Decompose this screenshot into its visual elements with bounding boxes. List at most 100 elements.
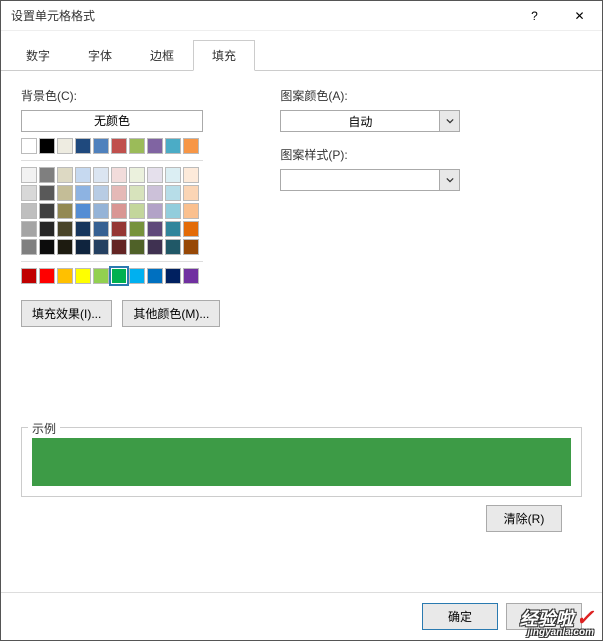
color-swatch[interactable]	[147, 138, 163, 154]
color-swatch[interactable]	[21, 167, 37, 183]
color-swatch[interactable]	[183, 221, 199, 237]
pattern-color-label: 图案颜色(A):	[280, 87, 460, 104]
color-swatch[interactable]	[183, 239, 199, 255]
color-swatch[interactable]	[75, 203, 91, 219]
color-swatch[interactable]	[57, 203, 73, 219]
color-swatch[interactable]	[93, 268, 109, 284]
color-swatch[interactable]	[165, 138, 181, 154]
sample-fieldset: 示例	[21, 427, 582, 497]
window-title: 设置单元格格式	[11, 7, 512, 24]
color-swatch[interactable]	[111, 268, 127, 284]
color-swatch[interactable]	[165, 268, 181, 284]
color-swatch[interactable]	[21, 185, 37, 201]
color-swatch[interactable]	[183, 203, 199, 219]
chevron-down-icon	[439, 170, 459, 190]
color-swatch[interactable]	[129, 138, 145, 154]
color-swatch[interactable]	[129, 268, 145, 284]
tab-fill[interactable]: 填充	[193, 40, 255, 71]
close-button[interactable]: ✕	[557, 1, 602, 31]
color-swatch[interactable]	[147, 239, 163, 255]
bgcolor-label: 背景色(C):	[21, 87, 220, 104]
color-swatch[interactable]	[21, 203, 37, 219]
sample-preview	[32, 438, 571, 486]
more-colors-button[interactable]: 其他颜色(M)...	[122, 300, 220, 327]
color-swatch[interactable]	[183, 167, 199, 183]
color-swatch[interactable]	[21, 221, 37, 237]
tab-border[interactable]: 边框	[131, 40, 193, 71]
pattern-style-dropdown[interactable]	[280, 169, 460, 191]
color-swatch[interactable]	[111, 203, 127, 219]
pattern-color-dropdown[interactable]: 自动	[280, 110, 460, 132]
color-swatch[interactable]	[93, 138, 109, 154]
color-swatch[interactable]	[39, 221, 55, 237]
color-swatch[interactable]	[111, 138, 127, 154]
color-swatch[interactable]	[39, 185, 55, 201]
content-area: 背景色(C): 无颜色 填充效果(I)... 其他颜色(M)... 图案颜色(A…	[1, 71, 602, 592]
color-swatch[interactable]	[111, 221, 127, 237]
color-swatch[interactable]	[165, 167, 181, 183]
pattern-style-label: 图案样式(P):	[280, 146, 460, 163]
ok-button[interactable]: 确定	[422, 603, 498, 630]
color-swatch[interactable]	[21, 138, 37, 154]
color-swatch[interactable]	[75, 185, 91, 201]
color-swatch[interactable]	[147, 203, 163, 219]
color-swatch[interactable]	[75, 268, 91, 284]
help-icon: ?	[531, 9, 538, 23]
color-swatch[interactable]	[57, 239, 73, 255]
pattern-color-value: 自动	[281, 113, 439, 130]
color-swatch[interactable]	[147, 185, 163, 201]
no-color-button[interactable]: 无颜色	[21, 110, 203, 132]
tab-font[interactable]: 字体	[69, 40, 131, 71]
color-swatch[interactable]	[129, 239, 145, 255]
color-swatch[interactable]	[93, 185, 109, 201]
color-swatch[interactable]	[111, 239, 127, 255]
cancel-button[interactable]: 取消	[506, 603, 582, 630]
color-swatch[interactable]	[93, 167, 109, 183]
pattern-section: 图案颜色(A): 自动 图案样式(P):	[280, 87, 460, 327]
color-swatch[interactable]	[129, 203, 145, 219]
close-icon: ✕	[574, 9, 584, 23]
color-swatch[interactable]	[147, 268, 163, 284]
color-swatch[interactable]	[39, 268, 55, 284]
titlebar: 设置单元格格式 ? ✕	[1, 1, 602, 31]
color-swatch[interactable]	[21, 239, 37, 255]
fill-effects-button[interactable]: 填充效果(I)...	[21, 300, 112, 327]
color-swatch[interactable]	[57, 221, 73, 237]
color-swatch[interactable]	[111, 167, 127, 183]
color-swatch[interactable]	[21, 268, 37, 284]
color-swatch[interactable]	[129, 167, 145, 183]
color-swatch[interactable]	[93, 221, 109, 237]
clear-button[interactable]: 清除(R)	[486, 505, 562, 532]
color-swatch[interactable]	[165, 185, 181, 201]
color-swatch[interactable]	[75, 167, 91, 183]
color-swatch[interactable]	[165, 221, 181, 237]
color-swatch[interactable]	[129, 221, 145, 237]
color-swatch[interactable]	[39, 239, 55, 255]
color-swatch[interactable]	[93, 203, 109, 219]
color-swatch[interactable]	[57, 167, 73, 183]
color-swatch[interactable]	[183, 138, 199, 154]
color-swatch[interactable]	[129, 185, 145, 201]
color-swatch[interactable]	[147, 167, 163, 183]
color-swatch[interactable]	[183, 268, 199, 284]
color-swatch[interactable]	[165, 203, 181, 219]
color-swatch[interactable]	[39, 203, 55, 219]
color-swatch[interactable]	[39, 138, 55, 154]
color-swatch[interactable]	[111, 185, 127, 201]
color-swatch[interactable]	[57, 185, 73, 201]
color-swatch[interactable]	[93, 239, 109, 255]
chevron-down-icon	[439, 111, 459, 131]
color-swatch[interactable]	[183, 185, 199, 201]
color-swatch[interactable]	[147, 221, 163, 237]
tab-number[interactable]: 数字	[7, 40, 69, 71]
color-swatch[interactable]	[57, 138, 73, 154]
color-swatch[interactable]	[39, 167, 55, 183]
dialog-window: 设置单元格格式 ? ✕ 数字 字体 边框 填充 背景色(C): 无颜色 填充效果…	[0, 0, 603, 641]
color-swatch[interactable]	[75, 221, 91, 237]
color-swatch[interactable]	[75, 138, 91, 154]
color-swatch[interactable]	[165, 239, 181, 255]
color-swatch[interactable]	[57, 268, 73, 284]
dialog-footer: 确定 取消	[1, 592, 602, 640]
color-swatch[interactable]	[75, 239, 91, 255]
help-button[interactable]: ?	[512, 1, 557, 31]
